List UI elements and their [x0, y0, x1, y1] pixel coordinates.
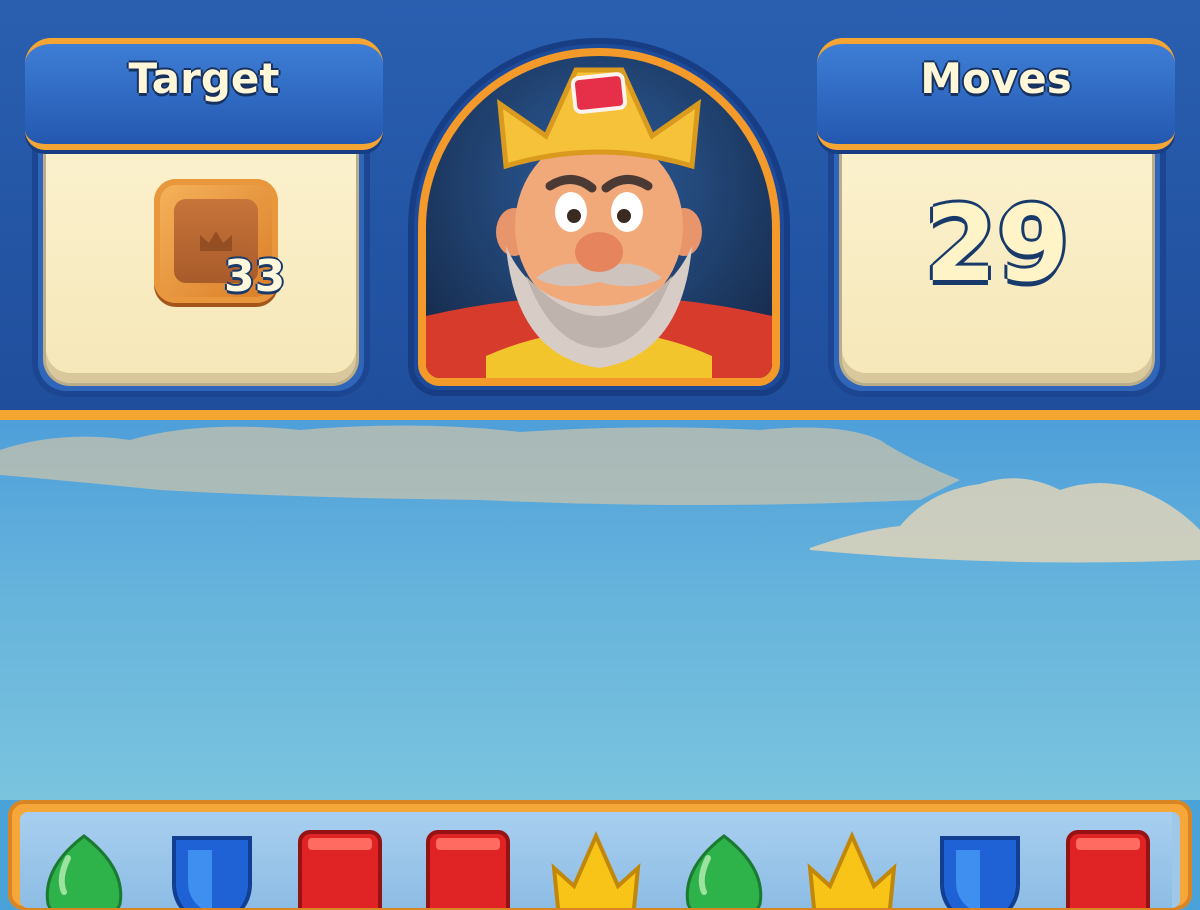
- top-hud: 33 Target 29 Moves: [0, 0, 1200, 420]
- sky-background: [0, 420, 1200, 800]
- board-cell[interactable]: [1044, 812, 1172, 908]
- green-leaf-icon: [45, 834, 123, 908]
- blue-shield-icon: [940, 836, 1020, 908]
- moves-panel: 29: [828, 115, 1166, 397]
- yellow-crown-icon: [551, 831, 641, 908]
- moves-label: Moves: [920, 54, 1072, 103]
- moves-panel-body: 29: [842, 129, 1152, 383]
- moves-remaining: 29: [924, 183, 1070, 305]
- board-cell[interactable]: [660, 812, 790, 908]
- green-leaf-icon: [685, 834, 763, 908]
- blue-shield-icon: [172, 836, 252, 908]
- red-book-icon: [426, 830, 510, 908]
- red-book-icon: [1066, 830, 1150, 908]
- moves-ribbon: Moves: [817, 38, 1175, 150]
- board-cell[interactable]: [20, 812, 150, 908]
- target-panel-body: 33: [46, 129, 356, 383]
- red-book-icon: [298, 830, 382, 908]
- board-cell[interactable]: [788, 812, 918, 908]
- target-ribbon: Target: [25, 38, 383, 150]
- board-grid: [20, 812, 1180, 908]
- target-label: Target: [128, 54, 280, 103]
- target-count: 33: [224, 251, 286, 302]
- king-avatar: [426, 67, 772, 378]
- board-cell[interactable]: [532, 812, 662, 908]
- board-cell[interactable]: [916, 812, 1046, 908]
- target-panel: 33: [32, 115, 370, 397]
- board-cell[interactable]: [148, 812, 278, 908]
- clouds: [0, 425, 1200, 563]
- king-portrait-frame: [408, 38, 790, 396]
- game-board: [8, 800, 1192, 910]
- yellow-crown-icon: [807, 831, 897, 908]
- board-cell[interactable]: [276, 812, 406, 908]
- board-cell[interactable]: [404, 812, 534, 908]
